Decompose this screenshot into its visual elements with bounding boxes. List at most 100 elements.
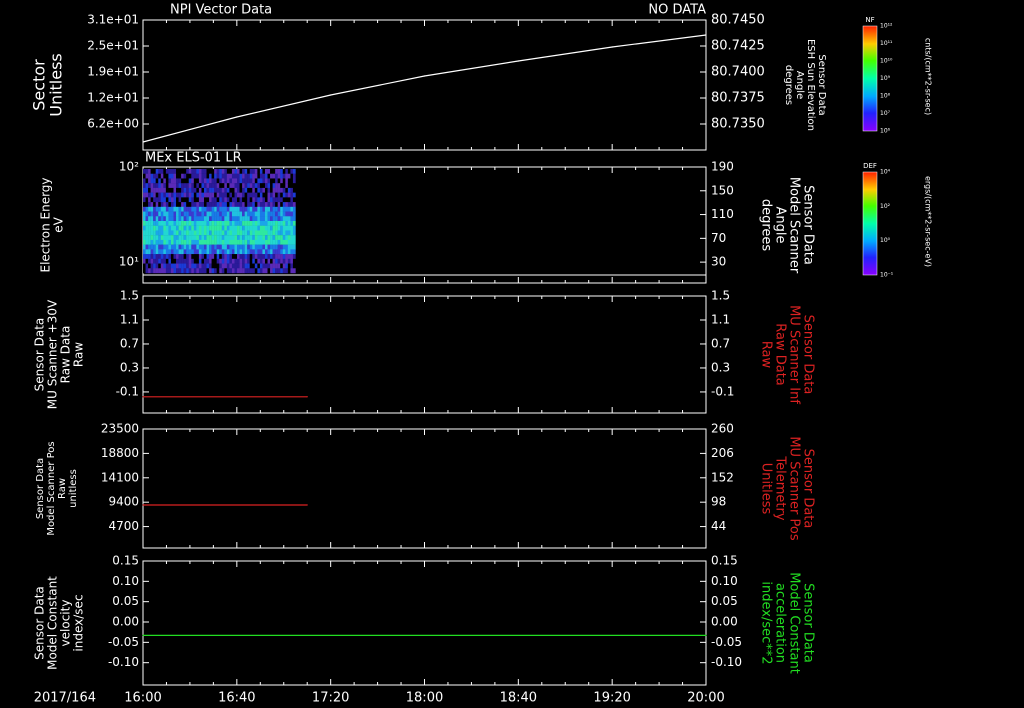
- heatmap-cell: [221, 249, 225, 255]
- heatmap-cell: [148, 258, 151, 264]
- heatmap-cell: [201, 254, 205, 260]
- heatmap-cell: [275, 263, 278, 269]
- heatmap-cell: [247, 249, 250, 255]
- heatmap-cell: [221, 268, 225, 274]
- heatmap-cell: [282, 244, 286, 250]
- heatmap-cell: [143, 169, 146, 174]
- heatmap-cell: [282, 249, 286, 255]
- heatmap-cell: [252, 173, 256, 179]
- heatmap-cell: [181, 197, 184, 203]
- heatmap-cell: [160, 173, 164, 179]
- heatmap-cell: [287, 202, 291, 208]
- heatmap-cell: [259, 183, 263, 189]
- heatmap-cell: [196, 211, 200, 217]
- heatmap-cell: [214, 225, 217, 231]
- heatmap-cell: [252, 216, 256, 222]
- heatmap-cell: [224, 187, 228, 193]
- heatmap-cell: [231, 239, 235, 245]
- heatmap-cell: [219, 258, 222, 264]
- y-tick-label-right: 80.7450: [711, 13, 765, 28]
- heatmap-cell: [237, 206, 240, 212]
- y-tick-label-right: 206: [711, 446, 734, 460]
- heatmap-cell: [277, 268, 281, 274]
- heatmap-cell: [224, 225, 228, 231]
- heatmap-cell: [203, 239, 207, 245]
- heatmap-cell: [252, 183, 256, 189]
- heatmap-cell: [193, 263, 197, 269]
- heatmap-cell: [198, 221, 202, 226]
- heatmap-cell: [201, 211, 205, 217]
- heatmap-cell: [247, 178, 250, 184]
- heatmap-cell: [249, 221, 253, 226]
- heatmap-cell: [280, 249, 283, 255]
- heatmap-cell: [290, 235, 294, 241]
- heatmap-cell: [176, 221, 179, 226]
- heatmap-cell: [285, 197, 289, 203]
- heatmap-cell: [155, 225, 159, 231]
- heatmap-cell: [272, 173, 276, 179]
- heatmap-cell: [219, 197, 222, 203]
- heatmap-cell: [203, 230, 207, 236]
- heatmap-cell: [201, 197, 205, 203]
- heatmap-cell: [257, 206, 261, 212]
- heatmap-cell: [193, 211, 197, 217]
- heatmap-cell: [290, 206, 294, 212]
- heatmap-cell: [191, 173, 195, 179]
- heatmap-cell: [257, 192, 261, 198]
- y-tick-label-left: 0.10: [112, 574, 139, 588]
- heatmap-cell: [148, 225, 151, 231]
- heatmap-cell: [150, 206, 154, 212]
- heatmap-cell: [229, 268, 233, 274]
- heatmap-cell: [226, 187, 230, 193]
- heatmap-cell: [173, 211, 177, 217]
- heatmap-cell: [181, 221, 184, 226]
- heatmap-cell: [214, 230, 217, 236]
- data-point: [142, 141, 144, 143]
- heatmap-cell: [168, 235, 172, 241]
- heatmap-cell: [259, 187, 263, 193]
- heatmap-cell: [165, 169, 169, 174]
- heatmap-cell: [237, 183, 240, 189]
- data-point: [236, 116, 238, 118]
- heatmap-cell: [145, 211, 149, 217]
- heatmap-cell: [234, 244, 238, 250]
- y-axis-label-right: Angle: [794, 71, 805, 99]
- heatmap-cell: [282, 173, 286, 179]
- heatmap-cell: [206, 197, 210, 203]
- heatmap-cell: [257, 187, 261, 193]
- heatmap-cell: [163, 192, 167, 198]
- heatmap-cell: [206, 187, 210, 193]
- heatmap-cell: [176, 169, 179, 174]
- heatmap-cell: [267, 202, 271, 208]
- heatmap-cell: [219, 239, 222, 245]
- heatmap-cell: [249, 192, 253, 198]
- heatmap-cell: [247, 268, 250, 274]
- heatmap-cell: [206, 268, 210, 274]
- heatmap-cell: [181, 254, 184, 260]
- heatmap-cell: [188, 249, 192, 255]
- heatmap-cell: [244, 173, 248, 179]
- heatmap-cell: [211, 268, 215, 274]
- heatmap-cell: [214, 197, 217, 203]
- heatmap-cell: [150, 178, 154, 184]
- x-tick-label: 17:20: [312, 691, 349, 706]
- heatmap-cell: [203, 173, 207, 179]
- heatmap-cell: [216, 225, 220, 231]
- heatmap-cell: [231, 206, 235, 212]
- heatmap-cell: [287, 225, 291, 231]
- heatmap-cell: [191, 202, 195, 208]
- x-tick-label: 20:00: [687, 691, 724, 706]
- y-axis-label-left: Raw: [57, 478, 68, 499]
- heatmap-cell: [285, 173, 289, 179]
- heatmap-cell: [249, 187, 253, 193]
- heatmap-cell: [209, 206, 212, 212]
- heatmap-cell: [158, 225, 161, 231]
- heatmap-cell: [160, 263, 164, 269]
- heatmap-cell: [143, 258, 146, 264]
- data-point: [142, 634, 144, 637]
- heatmap-cell: [186, 254, 189, 260]
- heatmap-cell: [280, 206, 283, 212]
- heatmap-cell: [287, 235, 291, 241]
- heatmap-cell: [282, 258, 286, 264]
- heatmap-cell: [270, 169, 273, 174]
